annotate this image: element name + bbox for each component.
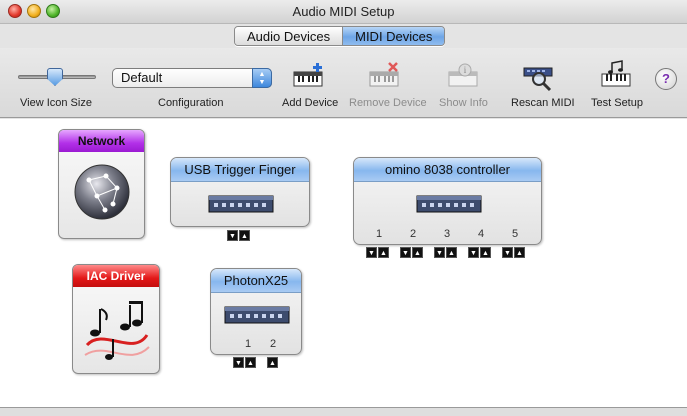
midi-out-port[interactable]: ▲ — [480, 247, 491, 258]
photonx25-port-1-arrows: ▼ ▲ — [233, 357, 256, 368]
midi-out-port[interactable]: ▲ — [245, 357, 256, 368]
add-device-label: Add Device — [282, 97, 339, 109]
midi-out-port[interactable]: ▲ — [446, 247, 457, 258]
photonx25-device[interactable]: PhotonX25 1 2 — [210, 268, 302, 355]
omino-port-4-arrows: ▼ ▲ — [468, 247, 491, 258]
port-number: 1 — [245, 338, 252, 350]
midi-in-port[interactable]: ▼ — [434, 247, 445, 258]
keyboard-remove-icon — [369, 62, 399, 87]
remove-device-label: Remove Device — [349, 97, 427, 109]
midi-in-port[interactable]: ▼ — [400, 247, 411, 258]
midi-out-port[interactable]: ▲ — [378, 247, 389, 258]
omino-8038-controller-device[interactable]: omino 8038 controller 1 2 3 4 5 — [353, 157, 542, 245]
view-icon-size-label: View Icon Size — [20, 97, 92, 109]
port-number: 3 — [444, 228, 451, 240]
help-button[interactable]: ? — [655, 68, 677, 90]
photonx25-label: PhotonX25 — [211, 269, 301, 293]
test-setup-keyboard-icon — [601, 60, 631, 87]
usb-trigger-finger-port-arrows: ▼ ▲ — [227, 230, 250, 241]
rescan-magnifier-icon — [523, 67, 553, 92]
midi-in-port[interactable]: ▼ — [227, 230, 238, 241]
keyboard-add-icon — [293, 63, 323, 87]
iac-driver-label: IAC Driver — [73, 265, 159, 287]
midi-device-canvas: Network IAC Driver USB Trigger Finger ▼ … — [0, 119, 687, 408]
rescan-midi-label: Rescan MIDI — [511, 97, 575, 109]
network-globe-icon — [74, 164, 130, 220]
usb-trigger-finger-device[interactable]: USB Trigger Finger — [170, 157, 310, 227]
port-number: 2 — [270, 338, 277, 350]
title-bar: Audio MIDI Setup — [0, 0, 687, 24]
window-bottom-edge — [0, 408, 687, 416]
music-notes-icon — [84, 301, 150, 360]
port-number: 4 — [478, 228, 485, 240]
omino-port-3-arrows: ▼ ▲ — [434, 247, 457, 258]
slider-thumb[interactable] — [47, 68, 63, 86]
toolbar: View Icon Size Default ▲ ▼ Configuration … — [0, 48, 687, 118]
midi-interface-icon — [208, 195, 274, 213]
midi-out-port[interactable]: ▲ — [514, 247, 525, 258]
omino-8038-controller-label: omino 8038 controller — [354, 158, 541, 182]
device-type-tabs: Audio Devices MIDI Devices — [234, 26, 446, 46]
window-title: Audio MIDI Setup — [292, 4, 395, 19]
configuration-label: Configuration — [158, 97, 224, 109]
show-info-label: Show Info — [439, 97, 488, 109]
midi-out-port[interactable]: ▲ — [267, 357, 278, 368]
audio-midi-setup-window: Audio MIDI Setup Audio Devices MIDI Devi… — [0, 0, 687, 416]
tab-midi-devices[interactable]: MIDI Devices — [342, 27, 445, 45]
midi-interface-icon — [416, 195, 482, 213]
popup-arrows-icon: ▲ ▼ — [252, 68, 272, 88]
midi-in-port[interactable]: ▼ — [502, 247, 513, 258]
omino-port-2-arrows: ▼ ▲ — [400, 247, 423, 258]
omino-port-5-arrows: ▼ ▲ — [502, 247, 525, 258]
test-setup-label: Test Setup — [591, 97, 643, 109]
omino-port-1-arrows: ▼ ▲ — [366, 247, 389, 258]
configuration-value: Default — [121, 70, 163, 85]
port-number: 2 — [410, 228, 417, 240]
port-number: 1 — [376, 228, 383, 240]
network-device[interactable]: Network — [58, 129, 145, 239]
midi-out-port[interactable]: ▲ — [239, 230, 250, 241]
tab-audio-devices[interactable]: Audio Devices — [235, 27, 343, 45]
network-device-label: Network — [59, 130, 144, 152]
usb-trigger-finger-label: USB Trigger Finger — [171, 158, 309, 182]
photonx25-port-2-arrows: ▲ — [267, 357, 278, 368]
info-keyboard-icon: i — [448, 63, 478, 87]
midi-interface-icon — [224, 306, 290, 324]
midi-in-port[interactable]: ▼ — [233, 357, 244, 368]
midi-in-port[interactable]: ▼ — [366, 247, 377, 258]
midi-in-port[interactable]: ▼ — [468, 247, 479, 258]
configuration-popup[interactable]: Default ▲ ▼ — [112, 68, 272, 88]
iac-driver-device[interactable]: IAC Driver — [72, 264, 160, 374]
midi-out-port[interactable]: ▲ — [412, 247, 423, 258]
port-number: 5 — [512, 228, 519, 240]
